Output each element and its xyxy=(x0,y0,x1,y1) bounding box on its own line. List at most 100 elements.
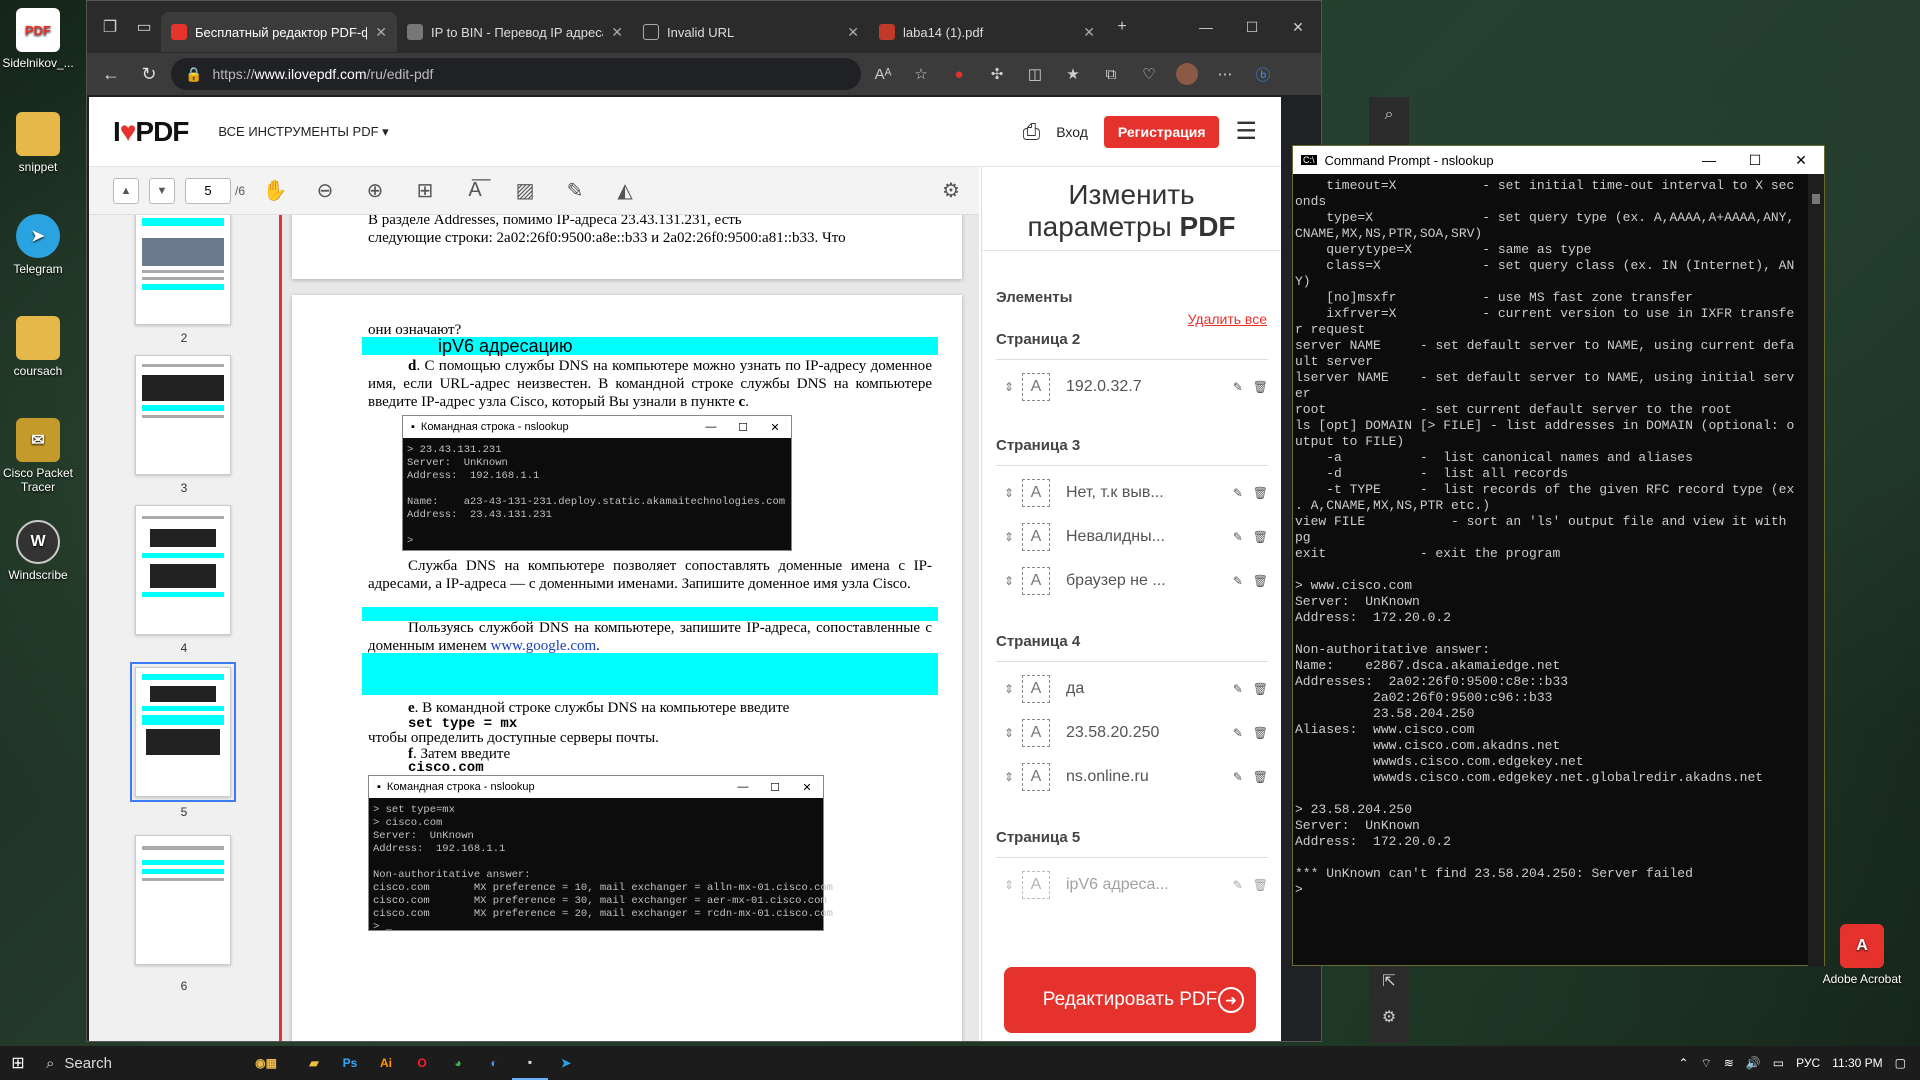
hand-tool-icon[interactable]: ✋ xyxy=(255,171,295,211)
read-aloud-icon[interactable]: Aᴬ xyxy=(867,58,899,90)
drag-handle-icon[interactable]: ⇕ xyxy=(996,530,1022,544)
tab-ip-to-bin[interactable]: IP to BIN - Перевод IP адреса ✕ xyxy=(397,12,633,52)
delete-trash-icon[interactable]: 🗑 xyxy=(1253,682,1268,696)
tab-ilovepdf[interactable]: Бесплатный редактор PDF-фай ✕ xyxy=(161,12,397,52)
file-explorer-icon[interactable]: ▰ xyxy=(296,1046,332,1080)
thumbnail-page-4[interactable] xyxy=(135,505,231,635)
split-screen-icon[interactable]: ◫ xyxy=(1019,58,1051,90)
favorite-star-icon[interactable]: ☆ xyxy=(905,58,937,90)
close-tab-icon[interactable]: ✕ xyxy=(847,24,859,41)
back-icon[interactable]: ← xyxy=(95,58,127,90)
hamburger-menu-icon[interactable]: ☰ xyxy=(1235,117,1257,146)
delete-trash-icon[interactable]: 🗑 xyxy=(1253,878,1268,892)
thumbnail-page-6[interactable] xyxy=(135,835,231,965)
cmd-scrollbar[interactable] xyxy=(1808,174,1824,967)
add-text-icon[interactable]: A͞ xyxy=(455,171,495,211)
page-number-input[interactable]: 5 xyxy=(185,177,231,204)
edit-pencil-icon[interactable]: ✎ xyxy=(1233,726,1243,740)
delete-all-link[interactable]: Удалить все xyxy=(1188,311,1267,327)
settings-gear-icon[interactable]: ⚙ xyxy=(931,171,971,211)
edit-pencil-icon[interactable]: ✎ xyxy=(1233,486,1243,500)
extension-icon[interactable]: ● xyxy=(943,58,975,90)
tab-invalid-url[interactable]: Invalid URL ✕ xyxy=(633,12,869,52)
url-field[interactable]: 🔒 https://www.ilovepdf.com/ru/edit-pdf xyxy=(171,58,861,90)
element-row[interactable]: ⇕ A 192.0.32.7 ✎ 🗑 xyxy=(996,369,1268,405)
windows-start-icon[interactable]: ⊞ xyxy=(0,1046,36,1080)
clock[interactable]: 11:30 PM xyxy=(1832,1056,1882,1070)
element-row[interactable]: ⇕ A 23.58.20.250 ✎ 🗑 xyxy=(996,715,1268,751)
desktop-icon-snippet[interactable]: snippet xyxy=(0,112,76,174)
close-icon[interactable]: ✕ xyxy=(1778,152,1824,169)
close-tab-icon[interactable]: ✕ xyxy=(1083,24,1095,41)
wifi-icon[interactable]: ≋ xyxy=(1724,1056,1734,1070)
notifications-icon[interactable]: ▢ xyxy=(1895,1056,1906,1070)
zoom-in-icon[interactable]: ⊕ xyxy=(355,171,395,211)
shapes-icon[interactable]: ◭ xyxy=(605,171,645,211)
drag-handle-icon[interactable]: ⇕ xyxy=(996,574,1022,588)
answer-field[interactable] xyxy=(362,653,938,695)
delete-trash-icon[interactable]: 🗑 xyxy=(1253,486,1268,500)
volume-icon[interactable]: 🔊 xyxy=(1746,1056,1761,1070)
edit-pencil-icon[interactable]: ✎ xyxy=(1233,878,1243,892)
add-page-icon[interactable]: ⊞ xyxy=(405,171,445,211)
desktop-app-download-icon[interactable]: ⎙ xyxy=(1023,119,1041,145)
delete-trash-icon[interactable]: 🗑 xyxy=(1253,770,1268,784)
thumbnail-page-3[interactable] xyxy=(135,355,231,475)
refresh-icon[interactable]: ↻ xyxy=(133,58,165,90)
tab-actions-icon[interactable]: ▭ xyxy=(127,10,161,44)
zoom-out-icon[interactable]: ⊖ xyxy=(305,171,345,211)
desktop-icon-coursach[interactable]: coursach xyxy=(0,316,76,378)
terminal-icon[interactable]: ▪ xyxy=(512,1046,548,1080)
delete-trash-icon[interactable]: 🗑 xyxy=(1253,726,1268,740)
minimize-icon[interactable]: — xyxy=(1686,152,1732,169)
desktop-icon-telegram[interactable]: ➤ Telegram xyxy=(0,214,76,276)
google-link[interactable]: www.google.com xyxy=(490,638,596,654)
drag-handle-icon[interactable]: ⇕ xyxy=(996,380,1022,394)
cmd-output[interactable]: timeout=X - set initial time-out interva… xyxy=(1293,174,1824,964)
element-row[interactable]: ⇕ AipV6 адреса... ✎ 🗑 xyxy=(996,867,1268,903)
next-page-icon[interactable]: ▼ xyxy=(149,177,175,204)
desktop-icon-windscribe[interactable]: W Windscribe xyxy=(0,520,76,582)
edit-pencil-icon[interactable]: ✎ xyxy=(1233,380,1243,394)
delete-trash-icon[interactable]: 🗑 xyxy=(1253,530,1268,544)
profile-avatar[interactable] xyxy=(1171,58,1203,90)
draw-pencil-icon[interactable]: ✎ xyxy=(555,171,595,211)
edit-pencil-icon[interactable]: ✎ xyxy=(1233,770,1243,784)
favorites-icon[interactable]: ★ xyxy=(1057,58,1089,90)
illustrator-icon[interactable]: Ai xyxy=(368,1046,404,1080)
photoshop-icon[interactable]: Ps xyxy=(332,1046,368,1080)
edit-pencil-icon[interactable]: ✎ xyxy=(1233,574,1243,588)
collections-icon[interactable]: ⧉ xyxy=(1095,58,1127,90)
close-tab-icon[interactable]: ✕ xyxy=(611,24,623,41)
network-icon[interactable]: ⌔ xyxy=(1701,1056,1712,1071)
minimize-icon[interactable]: — xyxy=(1183,19,1229,36)
element-row[interactable]: ⇕ A Нет, т.к выв... ✎ 🗑 xyxy=(996,475,1268,511)
added-text-heading[interactable]: ipV6 адресацию xyxy=(438,337,979,355)
drag-handle-icon[interactable]: ⇕ xyxy=(996,726,1022,740)
drag-handle-icon[interactable]: ⇕ xyxy=(996,682,1022,696)
widgets-icon[interactable]: ◉▦ xyxy=(236,1046,296,1080)
maximize-icon[interactable]: ☐ xyxy=(1229,19,1275,36)
edit-pencil-icon[interactable]: ✎ xyxy=(1233,682,1243,696)
chrome-icon[interactable]: ◕ xyxy=(440,1046,476,1080)
opera-icon[interactable]: O xyxy=(404,1046,440,1080)
add-image-icon[interactable]: ▨ xyxy=(505,171,545,211)
open-external-icon[interactable]: ⇱ xyxy=(1373,963,1405,999)
edge-icon[interactable]: ◐ xyxy=(476,1046,512,1080)
drag-handle-icon[interactable]: ⇕ xyxy=(996,770,1022,784)
extensions-puzzle-icon[interactable]: ✣ xyxy=(981,58,1013,90)
all-tools-menu[interactable]: ВСЕ ИНСТРУМЕНТЫ PDF ▾ xyxy=(218,124,388,140)
login-link[interactable]: Вход xyxy=(1056,124,1088,140)
copilot-icon[interactable]: ⓑ xyxy=(1247,58,1279,90)
ilovepdf-logo[interactable]: I♥PDF xyxy=(113,116,189,148)
drag-handle-icon[interactable]: ⇕ xyxy=(996,878,1022,892)
element-row[interactable]: ⇕ Aда ✎ 🗑 xyxy=(996,671,1268,707)
more-menu-icon[interactable]: ⋯ xyxy=(1209,58,1241,90)
prev-page-icon[interactable]: ▲ xyxy=(113,177,139,204)
taskbar-search[interactable]: ⌕ Search xyxy=(36,1046,236,1080)
thumbnail-page-2[interactable] xyxy=(135,215,231,325)
sidebar-search-icon[interactable]: ⌕ xyxy=(1373,97,1405,133)
delete-trash-icon[interactable]: 🗑 xyxy=(1253,380,1268,394)
signup-button[interactable]: Регистрация xyxy=(1103,115,1220,148)
command-prompt-window[interactable]: C:\ Command Prompt - nslookup — ☐ ✕ time… xyxy=(1292,145,1825,967)
